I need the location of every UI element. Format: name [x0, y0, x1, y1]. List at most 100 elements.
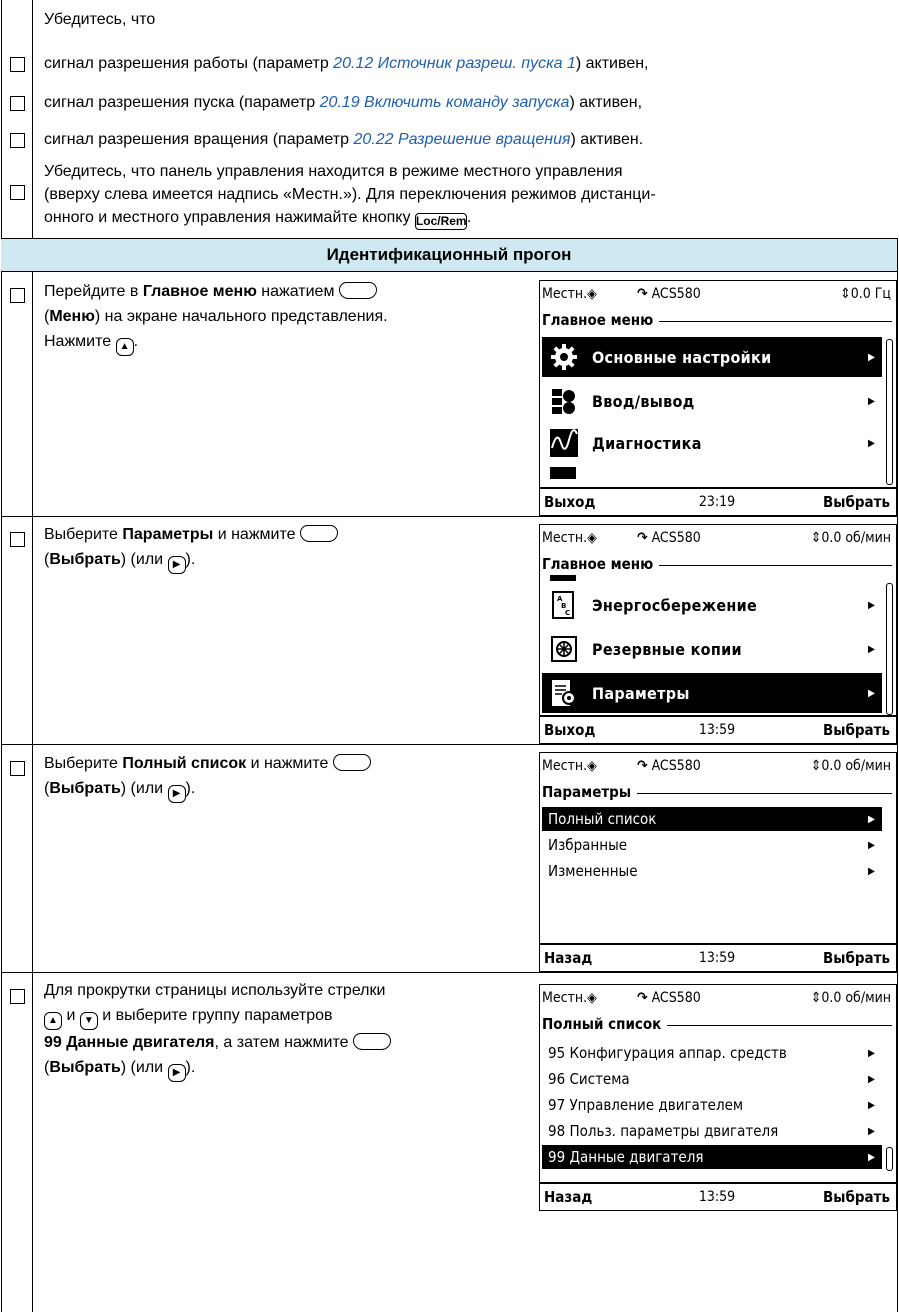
- step-3-text: Выберите Полный список и нажмите (Выбрат…: [44, 751, 529, 803]
- loc-rem-key[interactable]: Loc/Rem: [414, 213, 467, 230]
- run-enable-item: сигнал разрешения работы (параметр 20.12…: [44, 55, 649, 72]
- checkbox-step-1[interactable]: [10, 288, 25, 303]
- section-title: Идентификационный прогон: [326, 245, 572, 264]
- menu-item-basic-settings[interactable]: Основные настройки ▶: [542, 337, 882, 377]
- menu-item-diagnostics[interactable]: Диагностика ▶: [542, 423, 882, 463]
- softkey-left[interactable]: Назад: [540, 949, 664, 967]
- checkbox-column-divider-lower: [32, 270, 33, 1312]
- softkey-bar: Назад 13:59 Выбрать: [540, 943, 896, 971]
- submenu-arrow-icon: ▶: [868, 1047, 875, 1059]
- panel-screen-full-list: Местн.◈ ↷ ACS580 ⇕0.0 об/мин Полный спис…: [539, 984, 897, 1211]
- list-item-group-95[interactable]: 95 Конфигурация аппар. средств ▶: [542, 1041, 882, 1065]
- submenu-arrow-icon: ▶: [868, 687, 876, 699]
- panel-screen-main-menu: Местн.◈ ↷ ACS580 ⇕0.0 Гц Главное меню Ос…: [539, 280, 897, 516]
- submenu-arrow-icon: ▶: [868, 1151, 875, 1163]
- scrollbar[interactable]: [886, 1147, 893, 1171]
- list-item-group-99[interactable]: 99 Данные двигателя ▶: [542, 1145, 882, 1169]
- clock: 13:59: [698, 950, 736, 966]
- submenu-arrow-icon: ▶: [868, 437, 876, 449]
- param-link[interactable]: 20.19 Включить команду запуска: [320, 94, 570, 111]
- list-item-full-list[interactable]: Полный список ▶: [542, 807, 882, 831]
- svg-text:C: C: [565, 609, 570, 617]
- list-item-group-98[interactable]: 98 Польз. параметры двигателя ▶: [542, 1119, 882, 1143]
- local-mode-icon: ◈: [587, 758, 597, 774]
- list-item-favorites[interactable]: Избранные ▶: [542, 833, 882, 857]
- submenu-arrow-icon: ▶: [868, 1099, 875, 1111]
- list-item-modified[interactable]: Измененные ▶: [542, 859, 882, 883]
- softkey-bar: Назад 13:59 Выбрать: [540, 1182, 896, 1210]
- checkbox-start-enable[interactable]: [10, 96, 25, 111]
- submenu-arrow-icon: ▶: [868, 599, 876, 611]
- softkey-left[interactable]: Выход: [540, 493, 664, 511]
- list-item-group-97[interactable]: 97 Управление двигателем ▶: [542, 1093, 882, 1117]
- menu-item-parameters[interactable]: Параметры ▶: [542, 673, 882, 713]
- rotation-icon: ↷: [637, 990, 648, 1006]
- softkey-icon: [338, 282, 377, 299]
- softkey-right[interactable]: Выбрать: [770, 949, 896, 967]
- scrollbar[interactable]: [886, 583, 893, 715]
- checkbox-local-mode[interactable]: [10, 185, 25, 200]
- softkey-left[interactable]: Назад: [540, 1188, 664, 1206]
- table-right-border: [897, 238, 898, 1312]
- param-link[interactable]: 20.12 Источник разреш. пуска 1: [333, 55, 576, 72]
- up-arrow-key-icon: ▲: [44, 1012, 62, 1030]
- screen-heading: Полный список: [542, 1013, 892, 1035]
- softkey-icon: [332, 754, 371, 771]
- softkey-right[interactable]: Выбрать: [770, 1188, 896, 1206]
- checkbox-step-4[interactable]: [10, 989, 25, 1004]
- softkey-right[interactable]: Выбрать: [770, 721, 896, 739]
- panel-screen-parameters: Местн.◈ ↷ ACS580 ⇕0.0 об/мин Параметры П…: [539, 752, 897, 972]
- screen-heading: Главное меню: [542, 553, 892, 575]
- intro-text: Убедитесь, что: [44, 11, 156, 28]
- status-bar: Местн.◈ ↷ ACS580 ⇕0.0 об/мин: [542, 758, 891, 774]
- updown-icon: ⇕: [810, 758, 822, 774]
- row-divider: [1, 972, 898, 973]
- checkbox-run-enable[interactable]: [10, 57, 25, 72]
- checkbox-step-2[interactable]: [10, 532, 25, 547]
- status-bar: Местн.◈ ↷ ACS580 ⇕0.0 Гц: [542, 286, 891, 302]
- step-4-text: Для прокрутки страницы используйте стрел…: [44, 978, 529, 1082]
- menu-item-energy[interactable]: ABC Энергосбережение ▶: [542, 585, 882, 625]
- submenu-arrow-icon: ▶: [868, 839, 875, 851]
- status-bar: Местн.◈ ↷ ACS580 ⇕0.0 об/мин: [542, 530, 891, 546]
- checkbox-step-3[interactable]: [10, 761, 25, 776]
- local-mode-item: Убедитесь, что панель управления находит…: [44, 163, 656, 230]
- row-divider: [1, 744, 898, 745]
- submenu-arrow-icon: ▶: [868, 351, 876, 363]
- list-item-group-96[interactable]: 96 Система ▶: [542, 1067, 882, 1091]
- table-left-border: [1, 0, 2, 1312]
- right-arrow-key-icon: ▶: [167, 556, 186, 574]
- param-link[interactable]: 20.22 Разрешение вращения: [353, 131, 570, 148]
- local-mode-icon: ◈: [587, 530, 597, 546]
- local-mode-icon: ◈: [587, 990, 597, 1006]
- step-2-text: Выберите Параметры и нажмите (Выбрать) (…: [44, 522, 529, 574]
- clock: 13:59: [698, 1189, 736, 1205]
- menu-item-io[interactable]: Ввод/вывод ▶: [542, 381, 882, 421]
- row-divider: [1, 516, 898, 517]
- rotation-enable-item: сигнал разрешения вращения (параметр 20.…: [44, 131, 644, 148]
- submenu-arrow-icon: ▶: [868, 1073, 875, 1085]
- submenu-arrow-icon: ▶: [868, 813, 875, 825]
- rotation-icon: ↷: [637, 530, 648, 546]
- updown-icon: ⇕: [810, 530, 822, 546]
- backup-icon: [546, 633, 582, 665]
- clock: 23:19: [698, 494, 736, 510]
- scrollbar[interactable]: [886, 339, 893, 485]
- softkey-icon: [352, 1033, 391, 1050]
- local-mode-icon: ◈: [587, 286, 597, 302]
- screen-heading: Параметры: [542, 781, 892, 803]
- up-arrow-key-icon: ▲: [115, 338, 134, 356]
- gear-icon: [546, 341, 582, 373]
- softkey-right[interactable]: Выбрать: [770, 493, 896, 511]
- updown-icon: ⇕: [810, 990, 822, 1006]
- partial-menu-item: [550, 467, 576, 479]
- menu-item-backups[interactable]: Резервные копии ▶: [542, 629, 882, 669]
- softkey-left[interactable]: Выход: [540, 721, 664, 739]
- energy-icon: ABC: [546, 589, 582, 621]
- section-header: Идентификационный прогон: [1, 238, 897, 272]
- checkbox-rotation-enable[interactable]: [10, 133, 25, 148]
- submenu-arrow-icon: ▶: [868, 865, 875, 877]
- right-arrow-key-icon: ▶: [167, 1064, 186, 1082]
- right-arrow-key-icon: ▶: [167, 785, 186, 803]
- panel-screen-main-menu-parameters: Местн.◈ ↷ ACS580 ⇕0.0 об/мин Главное мен…: [539, 524, 897, 744]
